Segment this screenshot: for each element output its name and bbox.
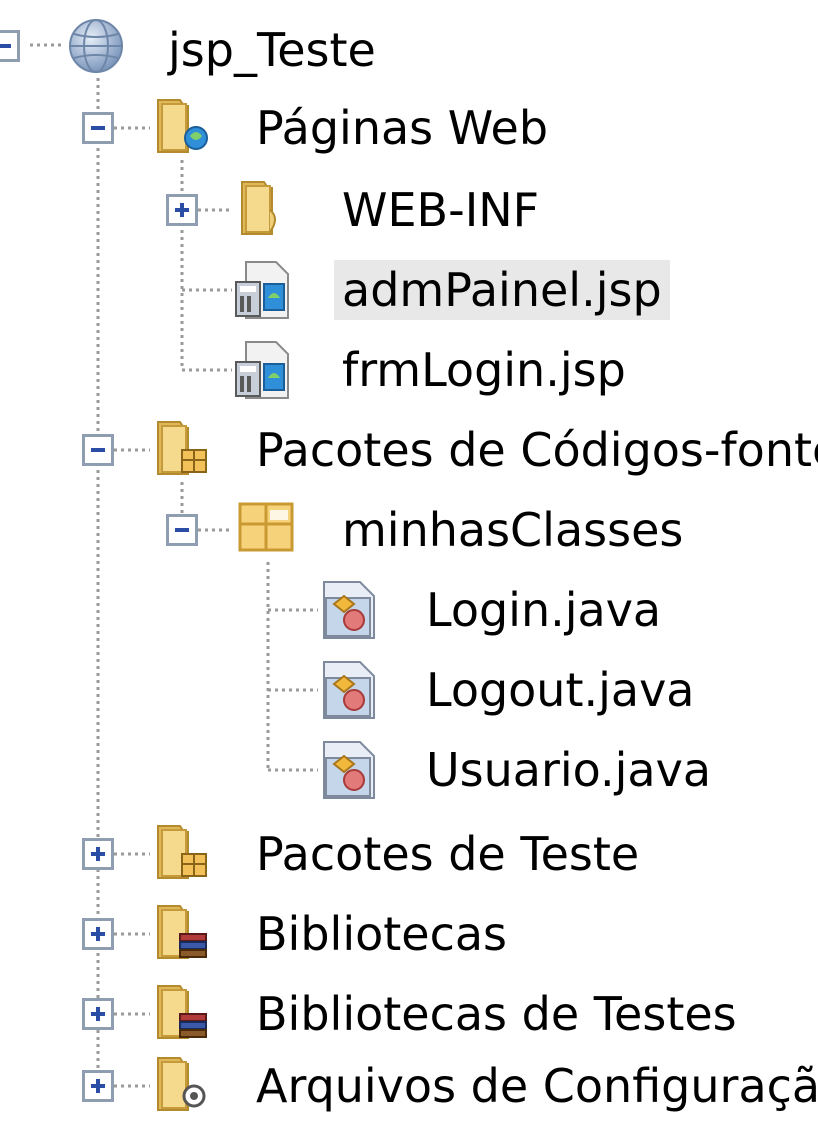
tree-node-bibliotecas-testes[interactable]: Bibliotecas de Testes [0, 974, 760, 1054]
tree-node-label: Bibliotecas de Testes [256, 987, 737, 1041]
collapse-toggle[interactable] [82, 112, 114, 144]
tree-node-bibliotecas[interactable]: Bibliotecas [0, 894, 700, 974]
folder-package-icon [157, 421, 207, 475]
tree-node-label: Bibliotecas [256, 907, 508, 961]
tree-node-pacotes-codigos-fonte[interactable]: Pacotes de Códigos-fonte [0, 410, 818, 490]
jsp-file-icon [235, 261, 289, 319]
folder-config-icon [157, 1057, 206, 1111]
expand-toggle[interactable] [82, 918, 114, 950]
tree-node-label: Páginas Web [256, 101, 549, 155]
tree-node-label: Pacotes de Teste [256, 827, 640, 881]
tree-node-label: frmLogin.jsp [342, 343, 626, 397]
tree-node-label: WEB-INF [342, 183, 540, 237]
tree-node-usuario-java[interactable]: Usuario.java [0, 730, 711, 810]
folder-library-icon [157, 905, 207, 959]
tree-node-label: Pacotes de Códigos-fonte [256, 423, 818, 477]
expand-toggle[interactable] [82, 998, 114, 1030]
tree-node-paginas-web[interactable]: Páginas Web [0, 88, 560, 168]
tree-node-pacotes-teste[interactable]: Pacotes de Teste [0, 814, 700, 894]
tree-node-label: Usuario.java [426, 743, 712, 797]
collapse-toggle[interactable] [82, 434, 114, 466]
tree-node-label: minhasClasses [342, 503, 684, 557]
tree-node-logout-java[interactable]: Logout.java [0, 650, 700, 730]
tree-node-login-java[interactable]: Login.java [0, 570, 700, 650]
java-file-icon [323, 741, 375, 799]
expand-toggle[interactable] [166, 194, 198, 226]
package-icon [238, 502, 294, 552]
tree-node-minhasclasses[interactable]: minhasClasses [0, 490, 683, 570]
collapse-toggle[interactable] [166, 514, 198, 546]
collapse-toggle[interactable] [0, 30, 20, 62]
globe-project-icon [69, 19, 123, 73]
tree-node-frmlogin-jsp[interactable]: frmLogin.jsp [0, 330, 660, 410]
expand-toggle[interactable] [82, 838, 114, 870]
tree-node-label: admPainel.jsp [334, 260, 670, 320]
expand-toggle[interactable] [82, 1070, 114, 1102]
tree-node-arquivos-configuracao[interactable]: Arquivos de Configuração [0, 1046, 818, 1126]
tree-node-project[interactable]: jsp_Teste [0, 10, 420, 90]
tree-node-label: jsp_Teste [168, 23, 376, 77]
folder-package-icon [157, 825, 207, 879]
folder-icon [241, 181, 276, 235]
folder-library-icon [157, 985, 207, 1039]
project-tree[interactable]: jsp_Teste Páginas Web WEB-INF admPainel.… [0, 0, 818, 1122]
tree-node-label: Arquivos de Configuração [256, 1059, 818, 1113]
tree-node-label: Logout.java [426, 663, 695, 717]
folder-web-icon [157, 99, 208, 153]
tree-node-web-inf[interactable]: WEB-INF [0, 170, 560, 250]
jsp-file-icon [235, 341, 289, 399]
tree-node-admpainel-jsp[interactable]: admPainel.jsp [0, 250, 670, 330]
java-file-icon [323, 581, 375, 639]
java-file-icon [323, 661, 375, 719]
tree-node-label: Login.java [426, 583, 662, 637]
